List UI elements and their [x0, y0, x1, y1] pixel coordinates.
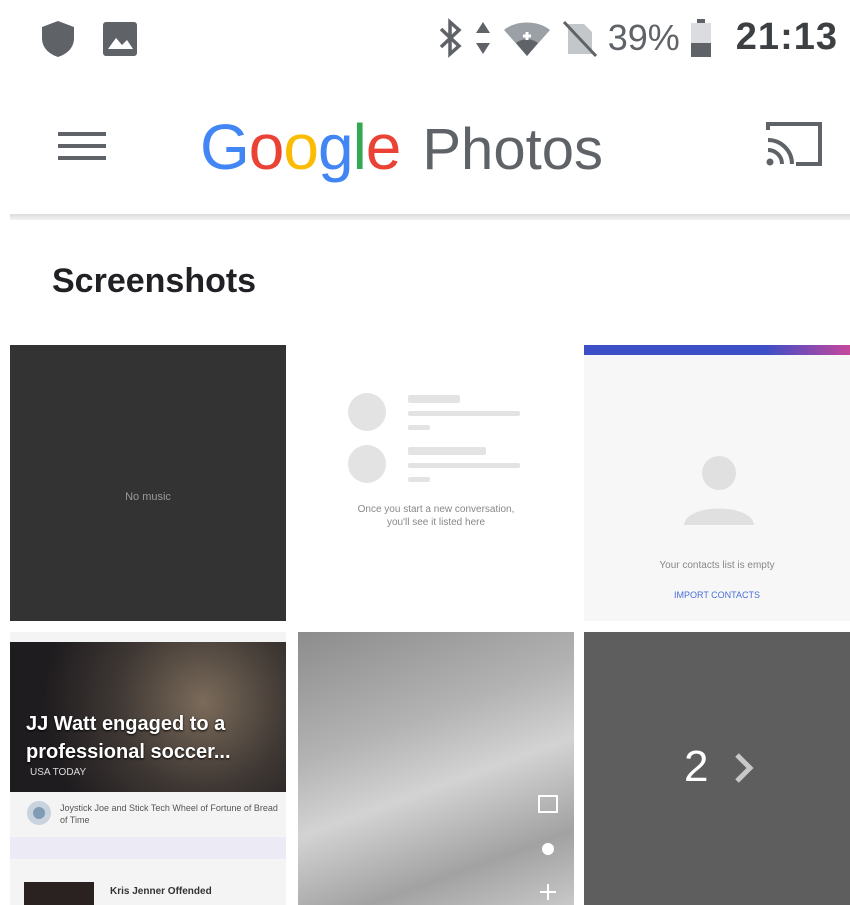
shield-icon	[42, 21, 74, 57]
app-bar-divider	[10, 214, 850, 220]
cast-icon	[766, 122, 822, 166]
screenshot-thumbnail-4[interactable]: JJ Watt engaged to a professional soccer…	[10, 632, 286, 905]
cast-button[interactable]	[762, 116, 826, 172]
thumbnail-text: No music	[125, 491, 171, 503]
placeholder-line	[408, 463, 520, 468]
thumbnail-text: Your contacts list is empty	[659, 560, 775, 571]
news-subtext: Joystick Joe and Stick Tech Wheel of For…	[60, 803, 278, 825]
logo-google: Google	[200, 110, 402, 184]
photo-thumbnail-5[interactable]	[298, 632, 574, 905]
image-icon	[103, 22, 137, 56]
placeholder-line	[408, 477, 430, 482]
logo-google-letters: Google	[200, 111, 402, 183]
logo-letter: o	[283, 111, 319, 183]
news-footer: Kris Jenner Offended	[110, 886, 212, 897]
placeholder-avatar	[348, 445, 386, 483]
camera-controls-icon	[538, 795, 558, 900]
news-source: USA TODAY	[30, 767, 87, 778]
chevron-right-icon	[735, 753, 754, 783]
placeholder-avatar	[348, 393, 386, 431]
more-count: 2	[684, 742, 709, 791]
bluetooth-icon	[439, 17, 462, 58]
battery-percent: 39%	[607, 16, 680, 58]
logo-letter: l	[352, 111, 367, 183]
more-screenshots-tile[interactable]: 2	[584, 632, 850, 905]
placeholder-line	[408, 411, 520, 416]
status-bar: 39% 21:13	[0, 0, 850, 80]
clock: 21:13	[735, 16, 838, 58]
thumbnail-text: Once you start a new conversation, you'l…	[357, 504, 515, 528]
person-icon	[684, 456, 754, 525]
app-bar: Google Photos	[0, 90, 850, 200]
news-headline: JJ Watt engaged to a professional soccer…	[26, 713, 231, 763]
no-sim-icon	[562, 20, 597, 57]
logo-letter: g	[317, 111, 354, 183]
screenshot-thumbnail-2[interactable]: Once you start a new conversation, you'l…	[298, 345, 574, 621]
data-arrows-icon	[475, 21, 490, 54]
app-logo: Google Photos	[200, 110, 603, 184]
battery-icon	[690, 18, 711, 57]
menu-button[interactable]	[52, 120, 112, 170]
logo-letter: e	[365, 111, 402, 183]
news-thumb	[24, 882, 94, 905]
logo-letter: o	[248, 111, 285, 183]
placeholder-line	[408, 447, 486, 455]
thumbnail-link: IMPORT CONTACTS	[673, 590, 760, 600]
placeholder-line	[408, 395, 460, 403]
thumbnail-header-bar	[584, 345, 850, 355]
menu-icon	[58, 132, 106, 160]
wifi-icon	[503, 22, 550, 56]
section-title: Screenshots	[52, 262, 257, 300]
screenshot-thumbnail-3[interactable]: Your contacts list is empty IMPORT CONTA…	[584, 345, 850, 621]
news-strip	[10, 837, 286, 859]
logo-letter: G	[200, 111, 250, 183]
placeholder-line	[408, 425, 430, 430]
screenshot-thumbnail-1[interactable]: No music	[10, 345, 286, 621]
news-logo-icon	[27, 801, 51, 825]
logo-photos: Photos	[422, 117, 603, 182]
